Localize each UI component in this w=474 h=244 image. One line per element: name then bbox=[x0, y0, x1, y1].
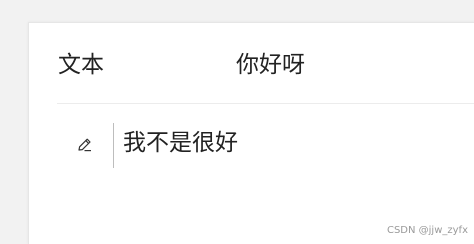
watermark: CSDN @jjw_zyfx bbox=[386, 225, 468, 236]
info-card: 文本 你好呀 我不是很好 bbox=[28, 22, 474, 244]
page-background: 文本 你好呀 我不是很好 CSDN @jjw_zyfx bbox=[0, 0, 474, 244]
divider bbox=[57, 103, 474, 104]
edit-field[interactable]: 我不是很好 bbox=[57, 119, 474, 189]
input-border bbox=[113, 123, 114, 168]
pencil-edit-icon[interactable] bbox=[76, 136, 94, 154]
field-value: 你好呀 bbox=[236, 52, 305, 78]
edit-text-value[interactable]: 我不是很好 bbox=[123, 128, 238, 158]
field-label: 文本 bbox=[58, 52, 104, 78]
